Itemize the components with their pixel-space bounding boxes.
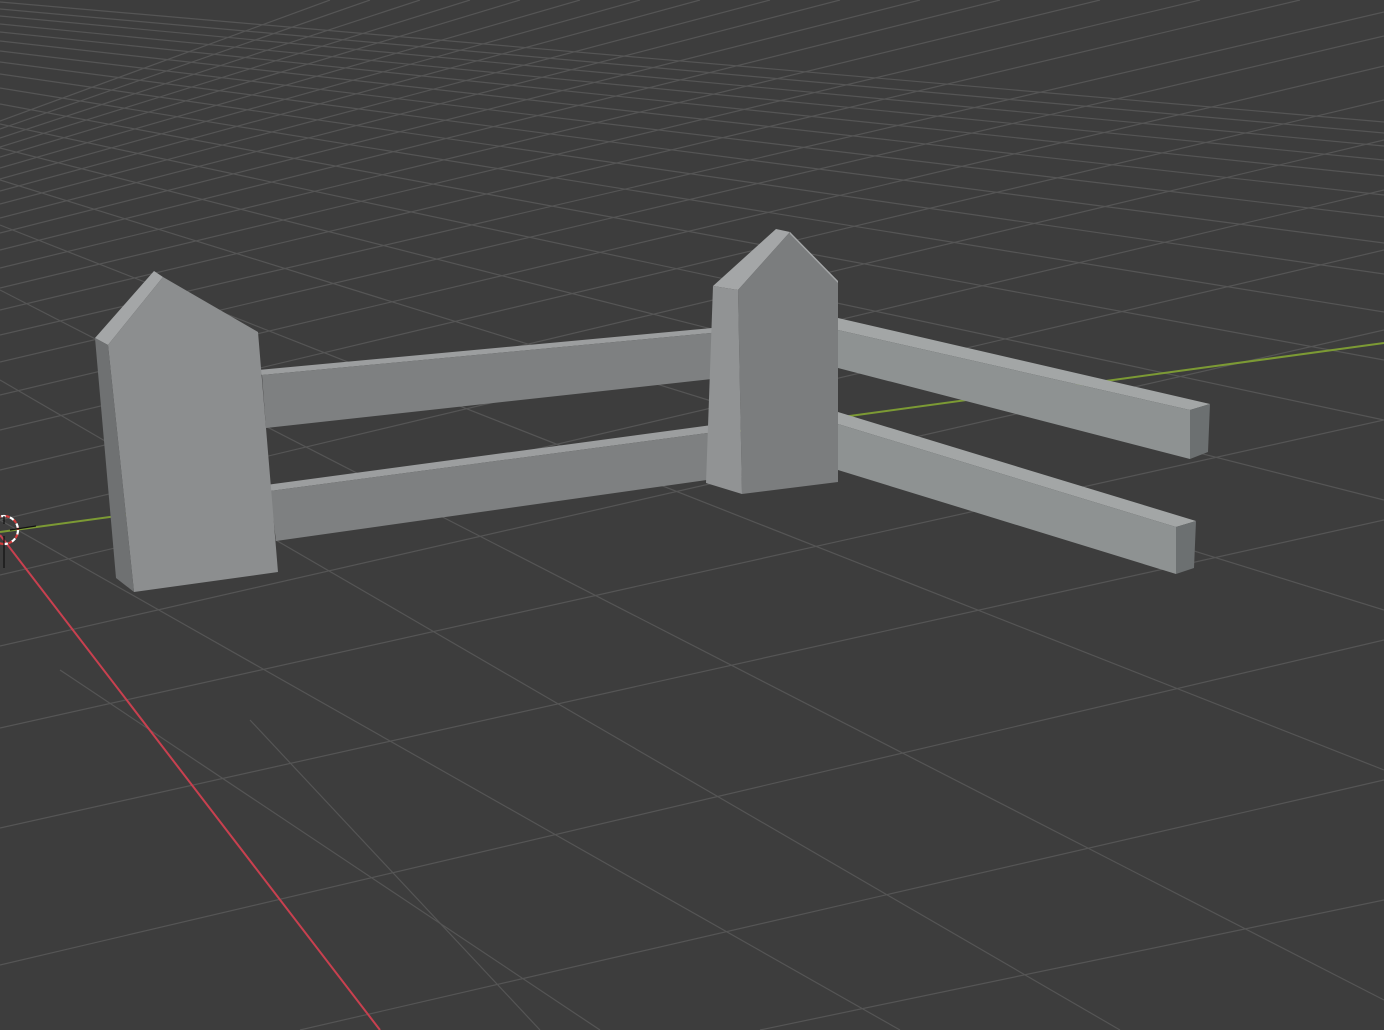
fence-post-left[interactable] [95,271,278,592]
fence-post-right[interactable] [706,229,838,494]
x-axis-line [0,534,381,1030]
viewport-canvas[interactable] [0,0,1384,1030]
fence-rail-upper-left[interactable] [258,328,732,428]
3d-viewport[interactable] [0,0,1384,1030]
fence-rail-lower-left[interactable] [266,425,730,541]
